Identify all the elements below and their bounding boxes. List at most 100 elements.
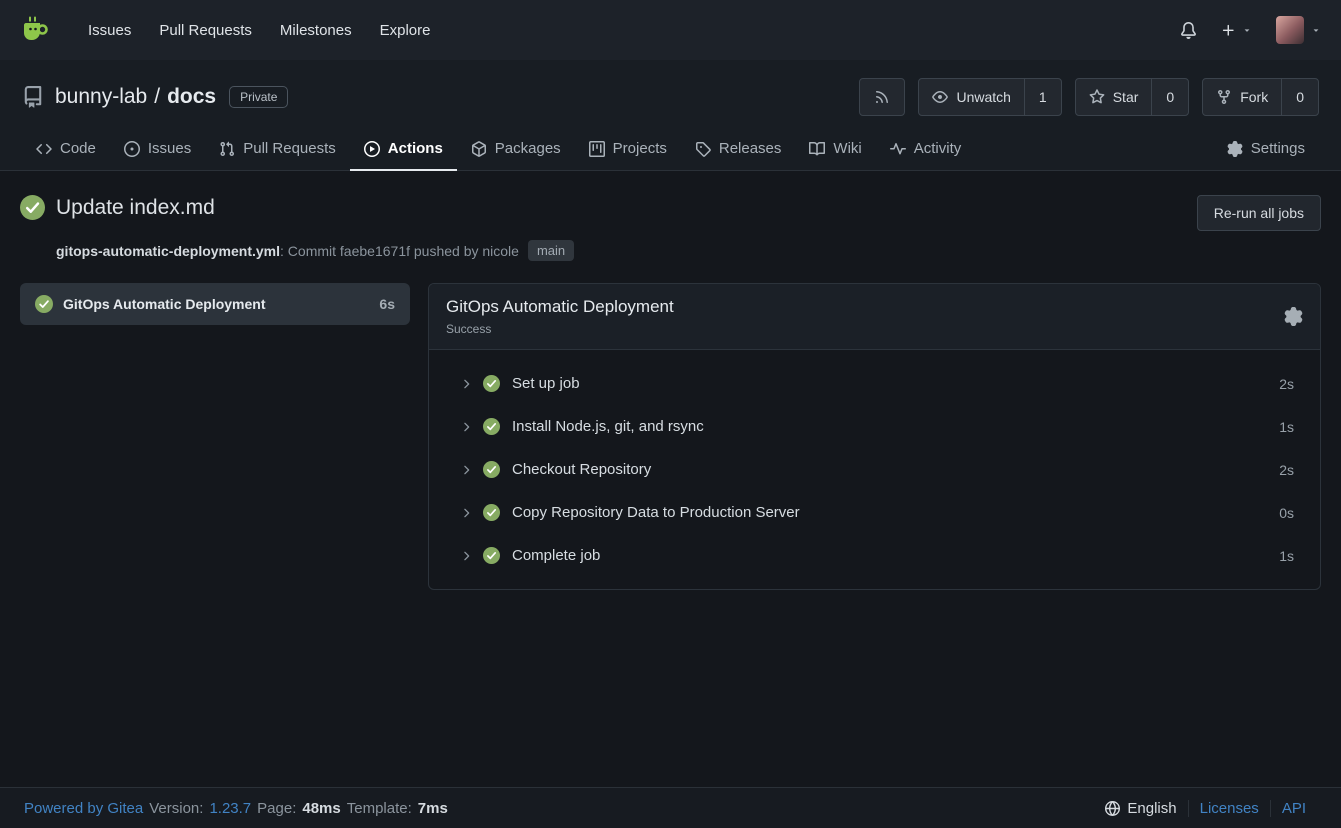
nav-item-milestones[interactable]: Milestones — [266, 13, 366, 48]
branch-badge[interactable]: main — [528, 240, 574, 261]
pull-request-icon — [219, 141, 235, 157]
actions-run-view: Update index.md Re-run all jobs gitops-a… — [0, 171, 1341, 787]
step-row-install[interactable]: Install Node.js, git, and rsync 1s — [429, 405, 1320, 448]
settings-icon — [1227, 141, 1243, 157]
run-title: Update index.md — [56, 196, 215, 220]
step-row-copy[interactable]: Copy Repository Data to Production Serve… — [429, 491, 1320, 534]
step-duration: 2s — [1279, 376, 1294, 392]
success-check-icon — [483, 504, 500, 521]
chevron-right-icon — [459, 463, 473, 477]
private-badge: Private — [229, 86, 288, 108]
job-list-item[interactable]: GitOps Automatic Deployment 6s — [20, 283, 410, 325]
nav-item-pull-requests[interactable]: Pull Requests — [145, 13, 266, 48]
tag-icon — [695, 141, 711, 157]
package-icon — [471, 141, 487, 157]
tab-releases[interactable]: Releases — [681, 128, 796, 171]
step-duration: 1s — [1279, 419, 1294, 435]
chevron-down-icon — [1311, 25, 1321, 35]
step-row-checkout[interactable]: Checkout Repository 2s — [429, 448, 1320, 491]
chevron-right-icon — [459, 420, 473, 434]
job-log-title: GitOps Automatic Deployment — [446, 297, 674, 317]
success-check-icon — [483, 461, 500, 478]
api-link[interactable]: API — [1282, 800, 1306, 817]
rerun-all-jobs-button[interactable]: Re-run all jobs — [1197, 195, 1321, 231]
step-duration: 2s — [1279, 462, 1294, 478]
pulse-icon — [890, 141, 906, 157]
nav-item-issues[interactable]: Issues — [74, 13, 145, 48]
avatar — [1276, 16, 1304, 44]
watch-count[interactable]: 1 — [1024, 79, 1061, 115]
version-label: Version: — [149, 800, 203, 817]
repo-actions: Unwatch 1 Star 0 Fork 0 — [859, 78, 1319, 116]
fork-count[interactable]: 0 — [1281, 79, 1318, 115]
repo-name-link[interactable]: docs — [167, 85, 216, 109]
page-label: Page: — [257, 800, 296, 817]
step-list: Set up job 2s Install Node.js, git, and … — [429, 350, 1320, 589]
globe-icon — [1105, 801, 1120, 816]
tab-issues[interactable]: Issues — [110, 128, 205, 171]
fork-button[interactable]: Fork — [1203, 79, 1281, 115]
job-log-panel: GitOps Automatic Deployment Success Set … — [428, 283, 1321, 590]
job-duration: 6s — [379, 296, 395, 312]
tab-wiki[interactable]: Wiki — [795, 128, 875, 171]
step-name: Complete job — [512, 547, 600, 564]
unwatch-button[interactable]: Unwatch — [919, 79, 1023, 115]
job-name: GitOps Automatic Deployment — [63, 296, 266, 312]
tab-pull-requests[interactable]: Pull Requests — [205, 128, 350, 171]
tab-projects[interactable]: Projects — [575, 128, 681, 171]
log-options-gear-icon[interactable] — [1284, 307, 1303, 326]
step-row-complete[interactable]: Complete job 1s — [429, 534, 1320, 577]
step-duration: 1s — [1279, 548, 1294, 564]
template-label: Template: — [347, 800, 412, 817]
run-subtitle: gitops-automatic-deployment.yml: Commit … — [56, 240, 1321, 261]
step-name: Set up job — [512, 375, 580, 392]
success-check-icon — [20, 195, 45, 220]
footer: Powered by Gitea Version: 1.23.7 Page: 4… — [0, 787, 1341, 828]
gitea-logo-icon[interactable] — [20, 14, 52, 46]
page-time: 48ms — [302, 800, 340, 817]
tab-settings[interactable]: Settings — [1213, 128, 1319, 171]
success-check-icon — [483, 547, 500, 564]
version-link[interactable]: 1.23.7 — [209, 800, 251, 817]
star-button-group: Star 0 — [1075, 78, 1189, 116]
job-status: Success — [446, 322, 674, 336]
success-check-icon — [35, 295, 53, 313]
chevron-right-icon — [459, 377, 473, 391]
project-board-icon — [589, 141, 605, 157]
tab-activity[interactable]: Activity — [876, 128, 976, 171]
repo-title: bunny-lab / docs — [55, 85, 216, 109]
top-navbar: Issues Pull Requests Milestones Explore — [0, 0, 1341, 60]
template-time: 7ms — [418, 800, 448, 817]
powered-by-gitea-link[interactable]: Powered by Gitea — [24, 800, 143, 817]
step-row-setup[interactable]: Set up job 2s — [429, 362, 1320, 405]
licenses-link[interactable]: Licenses — [1200, 800, 1259, 817]
create-new-button[interactable] — [1221, 23, 1252, 38]
chevron-down-icon — [1242, 25, 1252, 35]
notifications-bell-icon[interactable] — [1180, 22, 1197, 39]
eye-icon — [932, 89, 948, 105]
language-selector[interactable]: English — [1094, 800, 1187, 817]
fork-icon — [1216, 89, 1232, 105]
repo-separator: / — [154, 85, 160, 109]
rss-icon — [874, 89, 890, 105]
star-button[interactable]: Star — [1076, 79, 1152, 115]
rss-button[interactable] — [859, 78, 905, 116]
watch-button-group: Unwatch 1 — [918, 78, 1061, 116]
success-check-icon — [483, 418, 500, 435]
tab-packages[interactable]: Packages — [457, 128, 575, 171]
plus-icon — [1221, 23, 1236, 38]
tab-actions[interactable]: Actions — [350, 128, 457, 171]
play-circle-icon — [364, 141, 380, 157]
star-count[interactable]: 0 — [1151, 79, 1188, 115]
success-check-icon — [483, 375, 500, 392]
repo-owner-link[interactable]: bunny-lab — [55, 85, 147, 109]
nav-item-explore[interactable]: Explore — [366, 13, 445, 48]
chevron-right-icon — [459, 549, 473, 563]
job-list: GitOps Automatic Deployment 6s — [20, 283, 410, 325]
step-name: Install Node.js, git, and rsync — [512, 418, 704, 435]
user-menu-button[interactable] — [1276, 16, 1321, 44]
tab-code[interactable]: Code — [22, 128, 110, 171]
repo-header: bunny-lab / docs Private Unwatch 1 Star — [0, 60, 1341, 171]
repo-icon — [22, 86, 44, 108]
repo-tabs: Code Issues Pull Requests Actions Packag… — [22, 128, 1319, 171]
